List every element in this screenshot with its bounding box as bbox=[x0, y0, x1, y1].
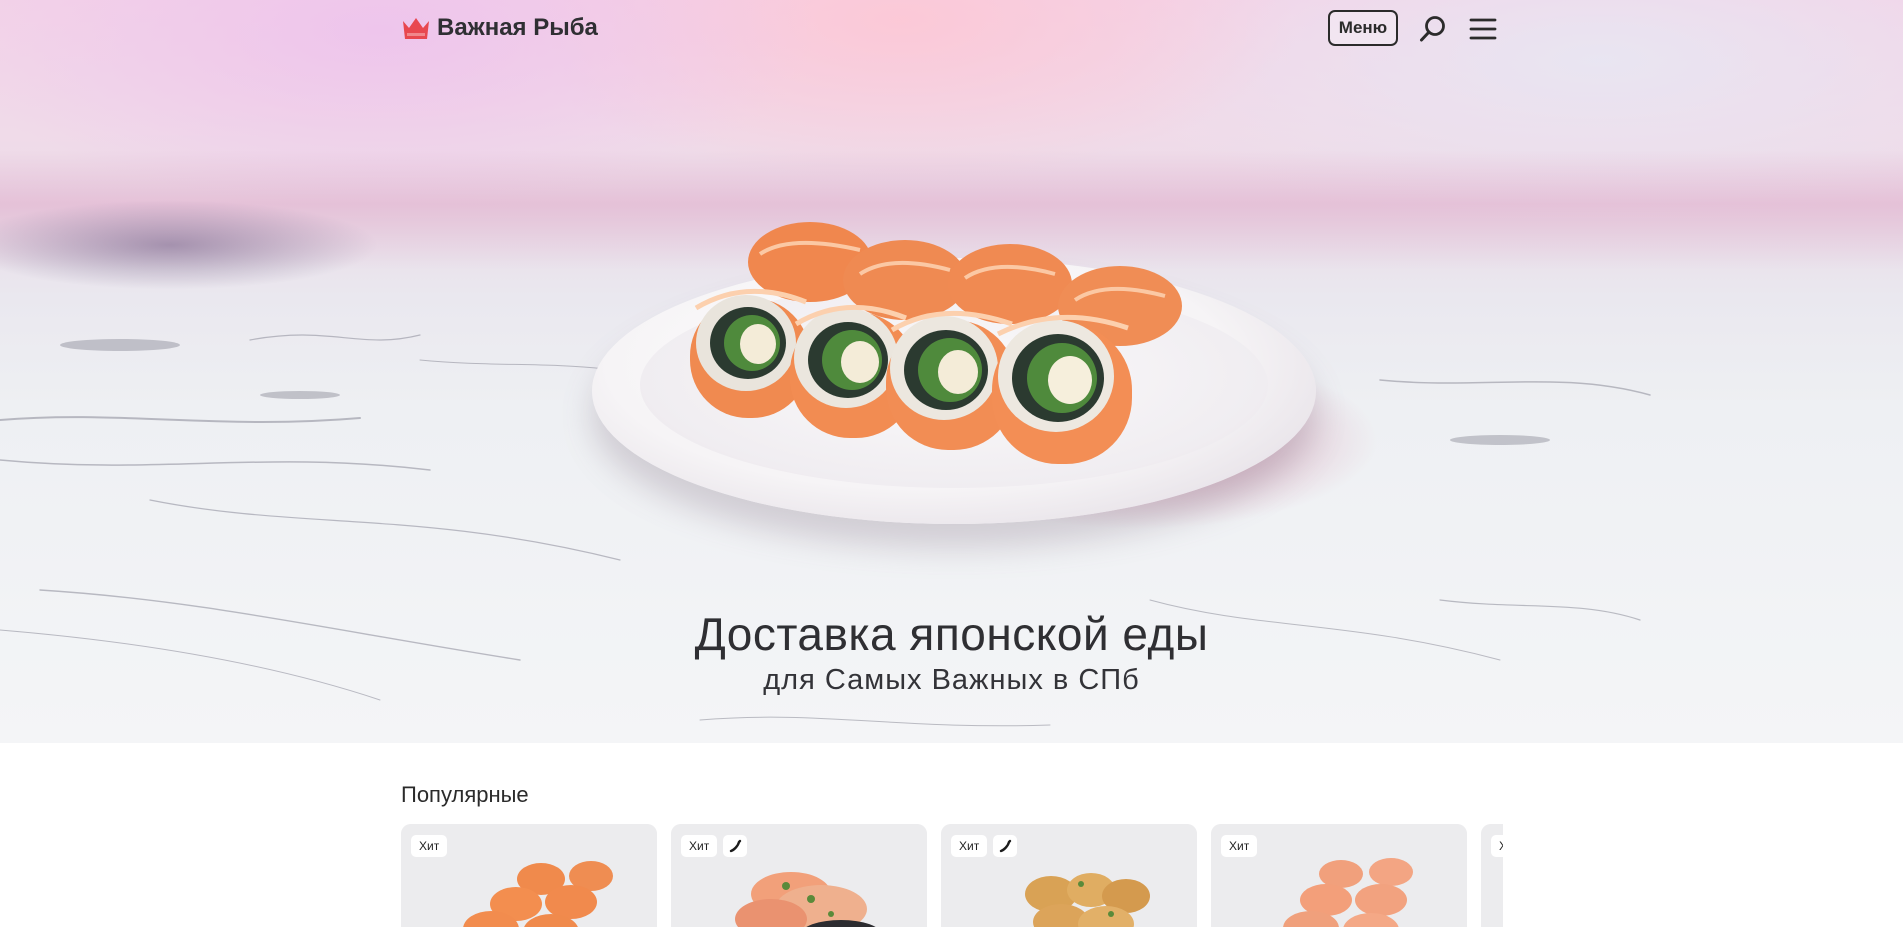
product-card[interactable]: Хит bbox=[941, 824, 1197, 927]
hamburger-icon bbox=[1469, 18, 1497, 40]
product-card[interactable]: Хит bbox=[671, 824, 927, 927]
hero-subtitle: для Самых Важных в СПб bbox=[763, 664, 1140, 696]
hit-badge: Хит bbox=[1221, 835, 1258, 857]
menu-button[interactable]: Меню bbox=[1328, 10, 1398, 46]
product-card[interactable]: Хит bbox=[1481, 824, 1503, 927]
product-card[interactable]: Хит bbox=[1211, 824, 1467, 927]
hit-badge: Хит bbox=[681, 835, 718, 857]
chili-pepper-icon bbox=[730, 839, 742, 853]
product-card[interactable]: Хит bbox=[401, 824, 657, 927]
sushi-rolls-front bbox=[690, 288, 1132, 464]
popular-section-title: Популярные bbox=[401, 782, 529, 807]
search-button[interactable] bbox=[1418, 14, 1448, 44]
logo-link[interactable]: Важная Рыба bbox=[401, 14, 598, 42]
popular-carousel: Хит Хит Хит Хит bbox=[401, 824, 1503, 927]
hero-background-shadow bbox=[0, 200, 380, 290]
hero-title: Доставка японской еды bbox=[694, 608, 1209, 660]
hit-badge: Хит bbox=[411, 835, 448, 857]
site-header: Важная Рыба Меню bbox=[0, 0, 1903, 62]
hero-banner: Доставка японской еды для Самых Важных в… bbox=[0, 0, 1903, 743]
logo-text: Важная Рыба bbox=[437, 14, 598, 41]
hamburger-menu-button[interactable] bbox=[1468, 14, 1498, 44]
hit-badge: Хит bbox=[951, 835, 988, 857]
crown-icon bbox=[403, 18, 429, 39]
spicy-badge bbox=[993, 835, 1018, 857]
search-icon bbox=[1420, 16, 1445, 42]
chili-pepper-icon bbox=[1000, 839, 1012, 853]
spicy-badge bbox=[723, 835, 748, 857]
hit-badge: Хит bbox=[1491, 835, 1503, 857]
